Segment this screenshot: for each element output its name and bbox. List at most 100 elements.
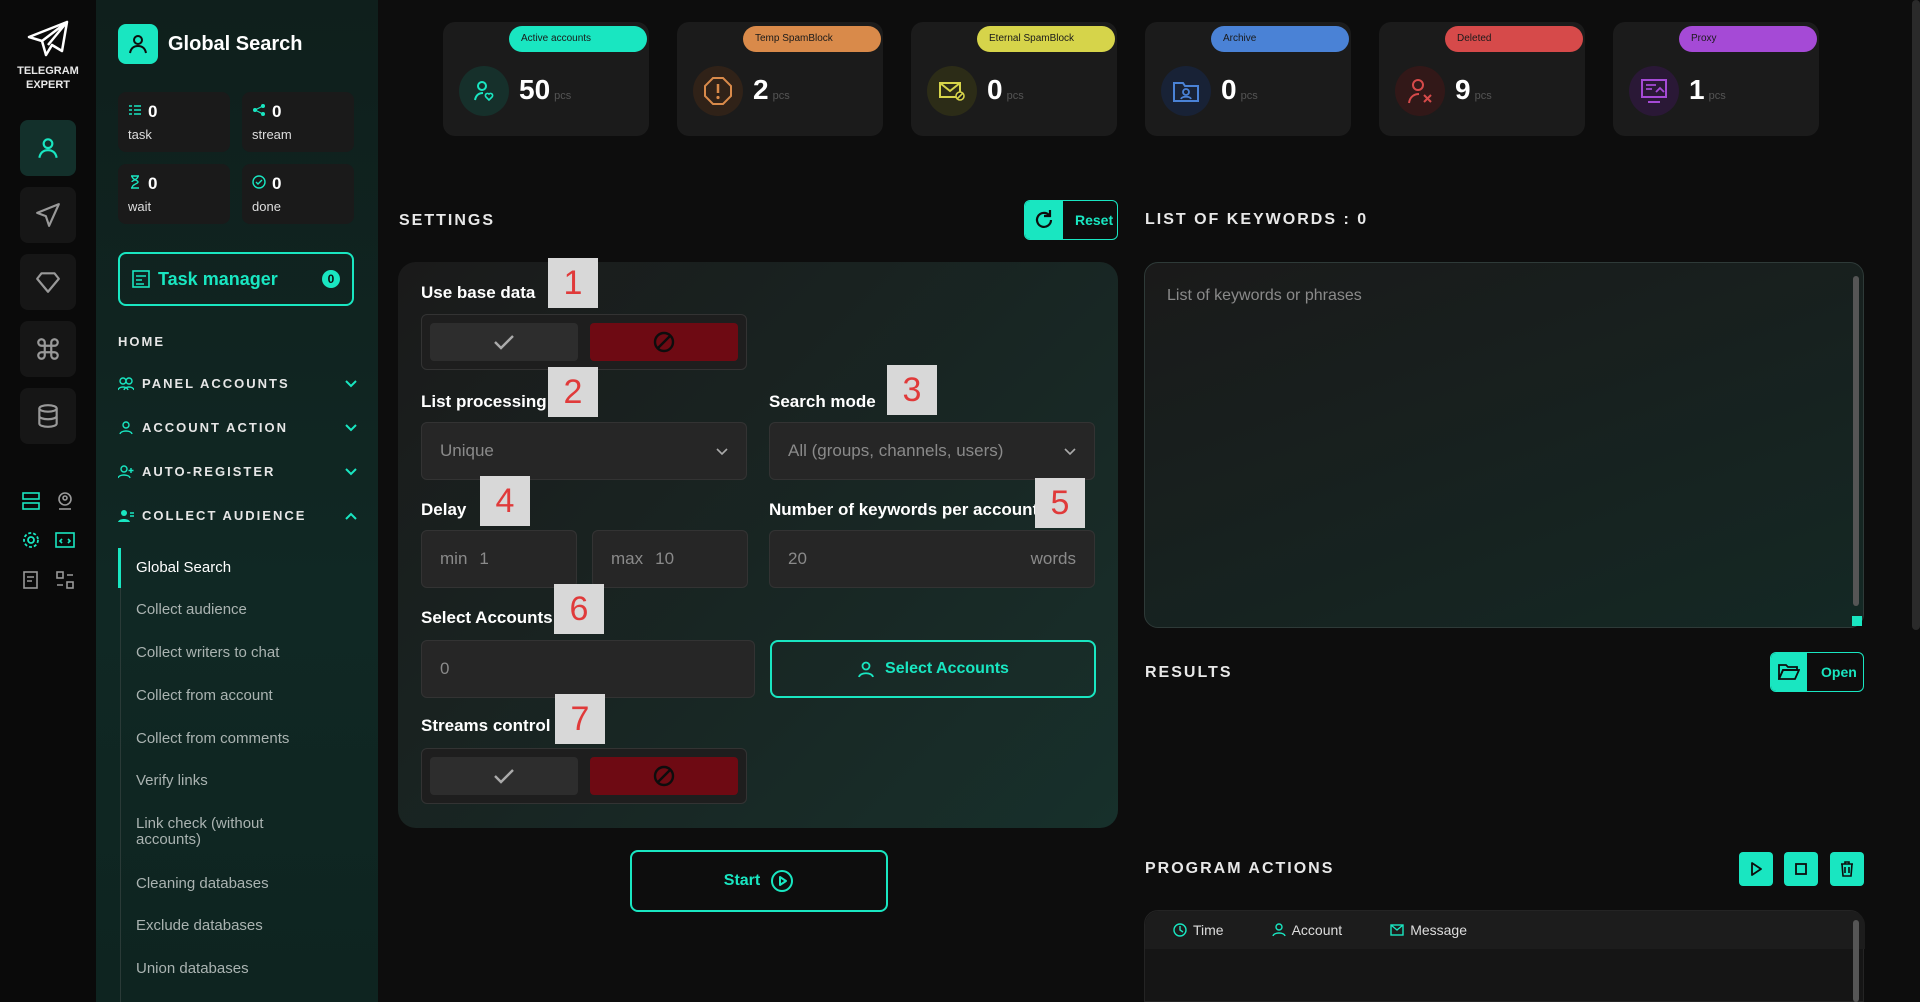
rail-command-button[interactable]: [20, 321, 76, 377]
delay-min-value: 1: [479, 549, 489, 568]
folder-open-icon: [1771, 653, 1807, 691]
server-list-icon[interactable]: [18, 488, 44, 514]
list-processing-select[interactable]: Unique: [421, 422, 747, 480]
keywords-textarea[interactable]: List of keywords or phrases: [1144, 262, 1864, 628]
layout-grid-icon[interactable]: [52, 567, 78, 593]
send-icon: [36, 203, 60, 227]
delay-max-value: 10: [655, 549, 675, 568]
stream-icon: [253, 104, 265, 116]
toggle-off-button[interactable]: [590, 757, 738, 795]
subnav-verify-links[interactable]: Verify links: [136, 773, 336, 789]
play-button[interactable]: [1739, 852, 1773, 886]
user-pin-icon[interactable]: [52, 488, 78, 514]
task-manager-button[interactable]: Task manager 0: [118, 252, 354, 306]
column-message[interactable]: Message: [1390, 922, 1467, 938]
subnav-collect-audience[interactable]: Collect audience: [136, 602, 336, 618]
streams-control-label: Streams control: [421, 716, 551, 735]
log-scrollbar[interactable]: [1853, 920, 1859, 1002]
code-window-icon[interactable]: [52, 527, 78, 553]
nav-home[interactable]: HOME: [118, 334, 358, 349]
page-scrollbar[interactable]: [1912, 0, 1920, 630]
resize-handle[interactable]: [1852, 616, 1862, 626]
card-value: 1: [1689, 74, 1705, 105]
start-button[interactable]: Start: [630, 850, 888, 912]
chevron-down-icon: [344, 467, 358, 477]
card-value: 9: [1455, 74, 1471, 105]
delay-min-prefix: min: [440, 549, 468, 568]
settings-gear-icon[interactable]: [18, 527, 44, 553]
user-heart-icon: [459, 66, 509, 116]
card-eternal-spamblock: Eternal SpamBlock 0 pcs: [911, 22, 1117, 136]
clear-log-button[interactable]: [1830, 852, 1864, 886]
column-account[interactable]: Account: [1271, 922, 1343, 938]
nav-auto-register[interactable]: AUTO-REGISTER: [118, 464, 358, 479]
select-accounts-button[interactable]: Select Accounts: [770, 640, 1096, 698]
reset-button[interactable]: Reset: [1024, 200, 1118, 240]
rail-premium-button[interactable]: [20, 254, 76, 310]
user-plus-icon: [118, 464, 134, 479]
task-manager-count: 0: [322, 270, 340, 288]
delay-max-input[interactable]: max 10: [592, 530, 748, 588]
program-actions-table: Time Account Message: [1144, 910, 1865, 1002]
users-list-icon: [118, 509, 134, 523]
subnav-link-check[interactable]: Link check (without accounts): [136, 816, 296, 848]
rail-accounts-button[interactable]: [20, 120, 76, 176]
program-actions-title: PROGRAM ACTIONS: [1145, 860, 1335, 877]
check-icon: [494, 769, 514, 784]
stop-button[interactable]: [1784, 852, 1818, 886]
select-accounts-input[interactable]: 0: [421, 640, 755, 698]
checklist-icon[interactable]: [18, 567, 44, 593]
search-mode-select[interactable]: All (groups, channels, users): [769, 422, 1095, 480]
marker-6: 6: [554, 584, 604, 634]
open-results-button[interactable]: Open: [1770, 652, 1864, 692]
card-badge: Eternal SpamBlock: [977, 26, 1115, 52]
chevron-down-icon: [344, 423, 358, 433]
column-account-label: Account: [1291, 922, 1343, 938]
check-circle-icon: [252, 175, 266, 189]
subnav-collect-from-account[interactable]: Collect from account: [136, 688, 336, 704]
rail-database-button[interactable]: [20, 388, 76, 444]
nav-home-label: HOME: [118, 334, 165, 349]
results-title: RESULTS: [1145, 664, 1233, 681]
task-manager-icon: [132, 270, 150, 288]
mail-block-icon: [927, 66, 977, 116]
keywords-per-account-unit: words: [1030, 549, 1076, 568]
stop-icon: [1795, 863, 1807, 875]
subnav-exclude-databases[interactable]: Exclude databases: [136, 918, 336, 934]
user-x-icon: [1395, 66, 1445, 116]
toggle-on-button[interactable]: [430, 323, 578, 361]
delay-min-input[interactable]: min 1: [421, 530, 577, 588]
icon-rail: TELEGRAM EXPERT: [0, 0, 96, 1002]
keywords-per-account-input[interactable]: 20 words: [769, 530, 1095, 588]
select-accounts-label: Select Accounts: [421, 608, 553, 627]
subnav-global-search[interactable]: Global Search: [136, 560, 336, 576]
keywords-scrollbar[interactable]: [1853, 276, 1859, 606]
subnav-collect-writers[interactable]: Collect writers to chat: [136, 645, 336, 661]
rail-send-button[interactable]: [20, 187, 76, 243]
nav-account-action[interactable]: ACCOUNT ACTION: [118, 420, 358, 435]
marker-7: 7: [555, 694, 605, 744]
toggle-on-button[interactable]: [430, 757, 578, 795]
keywords-per-account-label: Number of keywords per account: [769, 500, 1039, 519]
column-time[interactable]: Time: [1173, 922, 1224, 938]
use-base-data-label: Use base data: [421, 283, 536, 302]
nav-panel-accounts[interactable]: PANEL ACCOUNTS: [118, 376, 358, 391]
use-base-data-toggle: [421, 314, 747, 370]
tasks-icon: [129, 105, 141, 115]
card-badge: Archive: [1211, 26, 1349, 52]
subnav-union-databases[interactable]: Union databases: [136, 961, 336, 977]
stat-task: 0 task: [118, 92, 230, 152]
play-icon: [1751, 862, 1762, 876]
card-value: 50: [519, 74, 551, 105]
toggle-off-button[interactable]: [590, 323, 738, 361]
card-unit: pcs: [772, 90, 790, 102]
sidebar: Global Search 0 task 0 stream 0 wait 0 d…: [96, 0, 378, 1002]
nav-collect-audience[interactable]: COLLECT AUDIENCE: [118, 508, 358, 523]
card-badge: Active accounts: [509, 26, 647, 52]
app-window: TELEGRAM EXPERT Global Search 0 task 0 s…: [0, 0, 1920, 1002]
subnav-collect-from-comments[interactable]: Collect from comments: [136, 731, 336, 747]
stat-wait: 0 wait: [118, 164, 230, 224]
subnav-cleaning-databases[interactable]: Cleaning databases: [136, 876, 336, 892]
subnav-line: [120, 548, 121, 1002]
diamond-icon: [36, 272, 60, 293]
